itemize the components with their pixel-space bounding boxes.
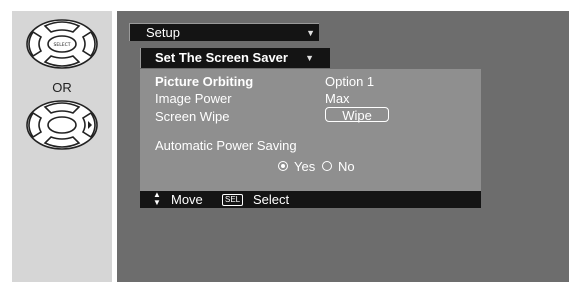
sel-key-icon: SEL	[222, 194, 244, 206]
move-updown-icon: ▲ ▼	[153, 190, 161, 207]
radio-empty-icon	[322, 161, 332, 171]
picture-orbiting-label: Picture Orbiting	[155, 74, 254, 89]
setup-menu-label: Setup	[146, 25, 180, 40]
screen-saver-submenu-label: Set The Screen Saver	[155, 50, 288, 65]
help-bar: ▲ ▼ Move SEL Select	[140, 191, 481, 208]
image-power-value: Max	[325, 91, 350, 106]
move-label: Move	[171, 192, 203, 207]
auto-power-yes-radio[interactable]: Yes	[278, 159, 315, 174]
remote-arrow-pad-icon	[26, 100, 98, 150]
wipe-button[interactable]: Wipe	[325, 107, 389, 123]
picture-orbiting-value: Option 1	[325, 74, 375, 89]
auto-power-no-radio[interactable]: No	[322, 159, 355, 174]
screen-saver-settings-panel: Picture Orbiting Option 1 Image Power Ma…	[140, 69, 481, 191]
remote-select-key-label: SELECT	[54, 42, 71, 48]
setup-menu-dropdown[interactable]: Setup ▼	[129, 23, 319, 41]
radio-selected-icon	[278, 161, 288, 171]
dropdown-arrow-icon: ▼	[306, 28, 315, 38]
select-label: Select	[253, 192, 290, 207]
remote-control-panel: SELECT OR	[12, 11, 112, 282]
screen-saver-submenu-dropdown[interactable]: Set The Screen Saver ▼	[140, 48, 330, 68]
screen-wipe-label: Screen Wipe	[155, 109, 230, 124]
osd-screen: Setup ▼ Set The Screen Saver ▼ Picture O…	[117, 11, 569, 282]
or-label: OR	[52, 80, 72, 95]
auto-power-no-label: No	[338, 159, 355, 174]
auto-power-yes-label: Yes	[294, 159, 316, 174]
remote-select-pad-icon: SELECT	[26, 19, 98, 69]
auto-power-saving-label: Automatic Power Saving	[155, 138, 297, 153]
dropdown-arrow-icon: ▼	[305, 53, 314, 63]
image-power-label: Image Power	[155, 91, 232, 106]
